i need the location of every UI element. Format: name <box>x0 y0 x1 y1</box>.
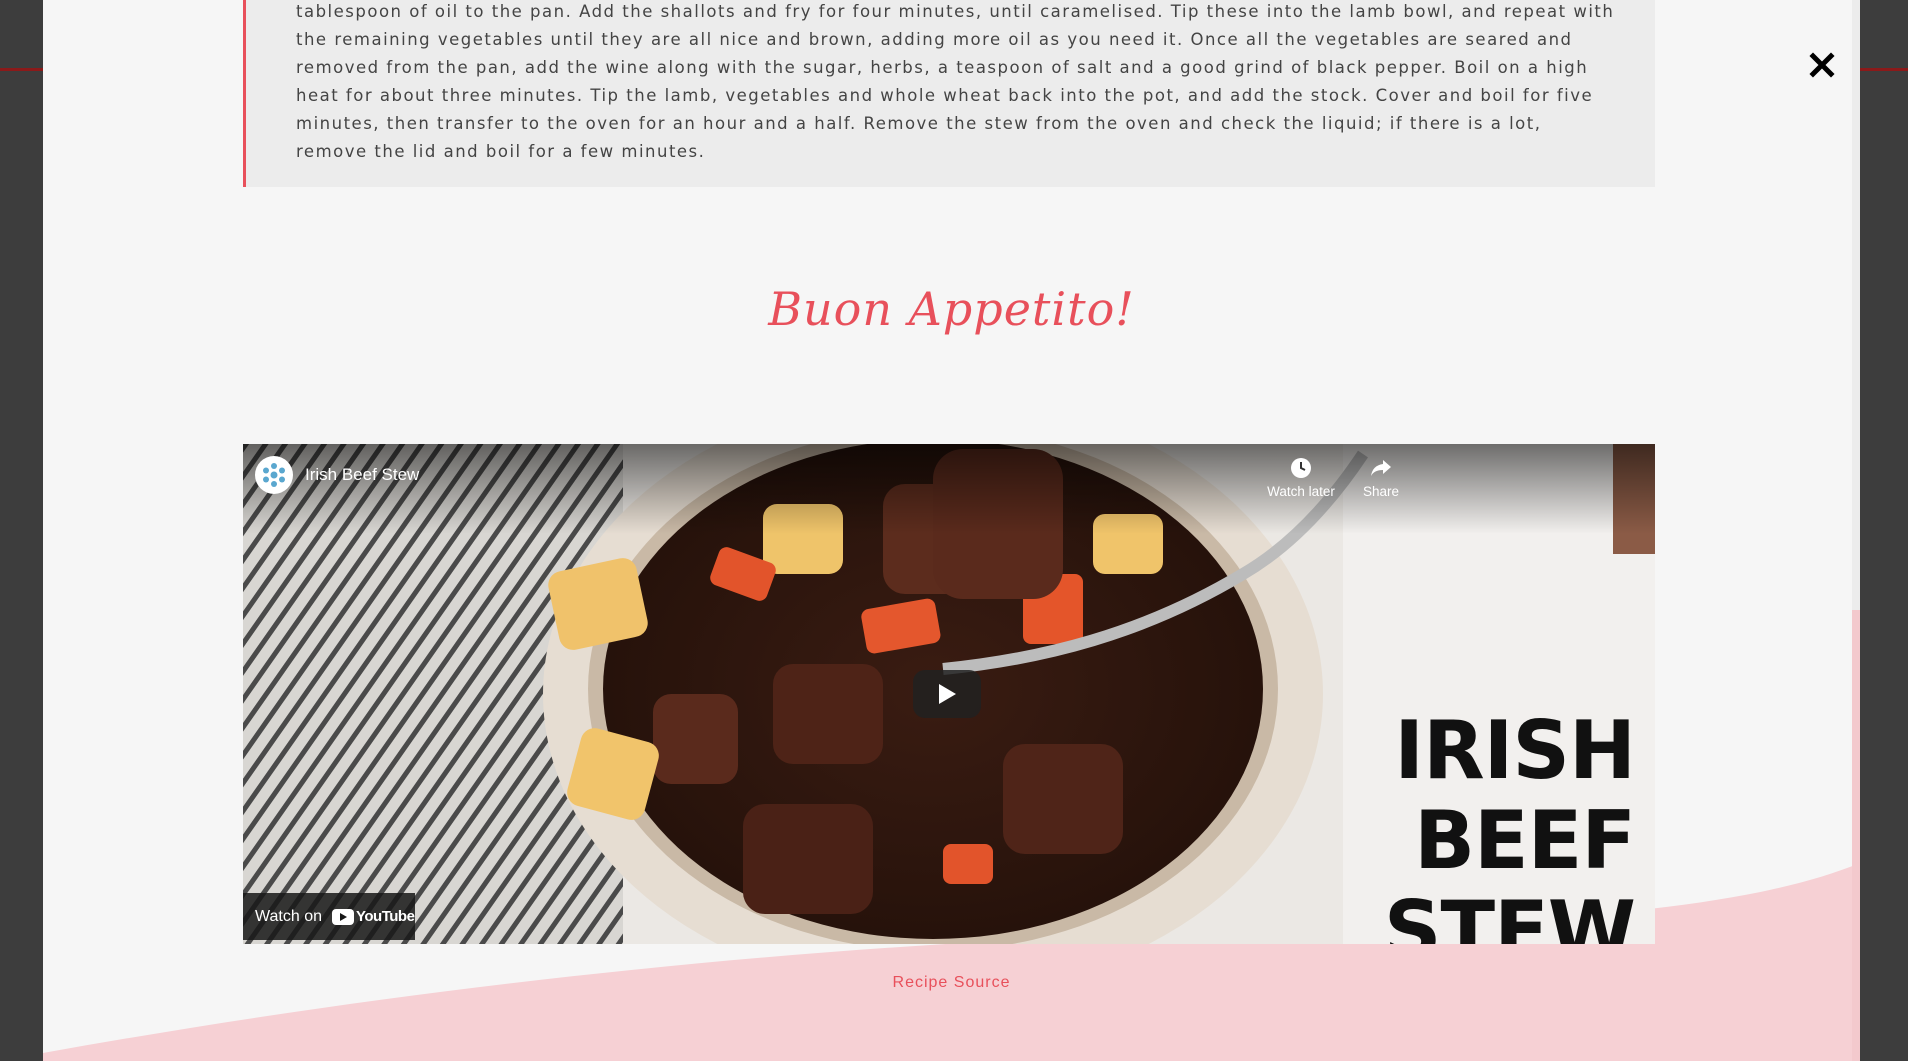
watch-later-button[interactable]: Watch later <box>1256 456 1346 499</box>
closing-heading: Buon Appetito! <box>768 282 1135 336</box>
thumbnail-text-line: STEW <box>1383 884 1636 945</box>
snowflake-logo-icon <box>263 463 285 487</box>
close-button[interactable] <box>1805 48 1839 82</box>
recipe-source-link[interactable]: Recipe Source <box>43 974 1860 992</box>
video-title-link[interactable]: Irish Beef Stew <box>305 465 419 485</box>
method-quote-block: tablespoon of oil to the pan. Add the sh… <box>243 0 1655 187</box>
channel-avatar[interactable] <box>255 456 293 494</box>
recipe-modal: tablespoon of oil to the pan. Add the sh… <box>43 0 1860 1061</box>
watch-on-label: Watch on <box>255 907 322 925</box>
clock-icon <box>1291 458 1311 478</box>
play-icon <box>939 684 956 704</box>
close-icon <box>1809 52 1835 78</box>
share-label: Share <box>1362 484 1400 499</box>
share-button[interactable]: Share <box>1336 456 1426 499</box>
youtube-embed[interactable]: IRISH BEEF STEW Irish Beef Stew Watch la… <box>243 444 1655 944</box>
youtube-logo-icon <box>332 908 354 925</box>
thumbnail-text-line: BEEF <box>1414 794 1636 887</box>
play-button[interactable] <box>913 670 981 718</box>
thumbnail-text-line: IRISH <box>1394 704 1636 797</box>
share-arrow-icon <box>1371 460 1391 476</box>
youtube-wordmark-text: YouTube <box>356 908 415 925</box>
video-top-bar <box>243 444 1655 534</box>
backdrop-header-line-right <box>1860 68 1908 71</box>
watch-on-youtube-button[interactable]: Watch on YouTube <box>243 893 415 940</box>
backdrop-header-line-left <box>0 68 43 71</box>
method-paragraph: tablespoon of oil to the pan. Add the sh… <box>296 2 1615 161</box>
thumbnail-title-text: IRISH BEEF STEW <box>1383 704 1636 945</box>
watch-later-label: Watch later <box>1267 484 1335 499</box>
modal-scrollbar[interactable] <box>1852 0 1860 1061</box>
scrollbar-thumb[interactable] <box>1852 610 1860 1061</box>
youtube-wordmark: YouTube <box>332 908 415 925</box>
